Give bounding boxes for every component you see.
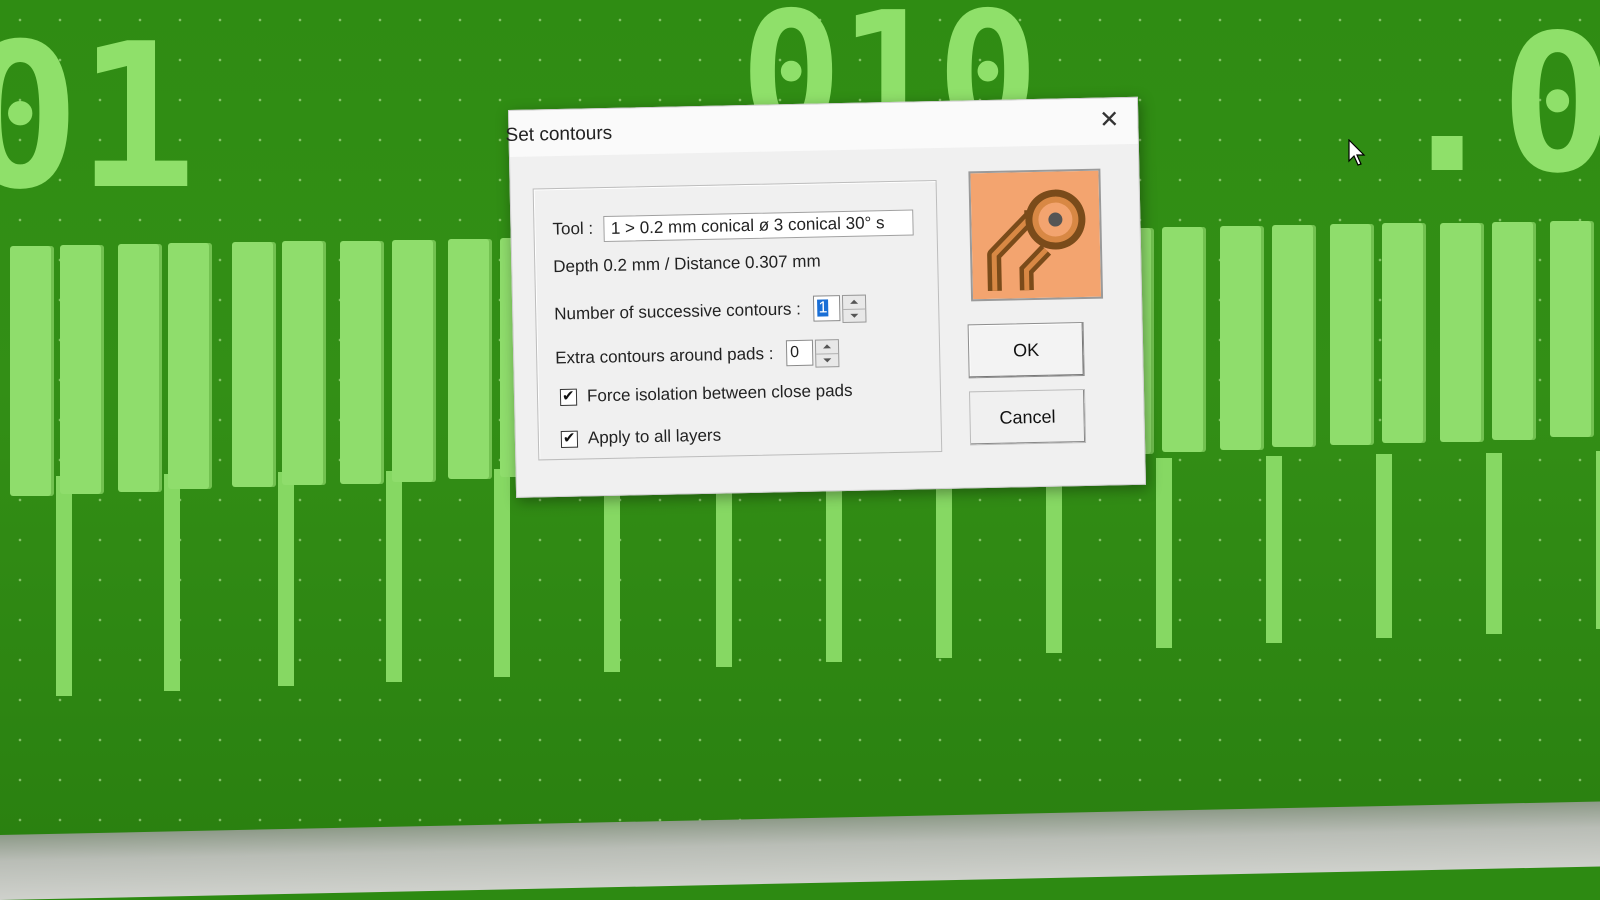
pcb-trace	[278, 472, 294, 686]
pcb-contour-icon	[968, 168, 1104, 302]
pcb-pad	[392, 240, 436, 482]
pcb-pad	[1550, 221, 1594, 437]
force-isolation-row[interactable]: Force isolation between close pads	[559, 380, 853, 407]
apply-all-layers-checkbox[interactable]	[560, 430, 579, 448]
pcb-trace	[494, 469, 510, 677]
cancel-button[interactable]: Cancel	[968, 388, 1087, 446]
pcb-pad	[1492, 222, 1536, 440]
contours-label: Number of successive contours :	[554, 299, 802, 324]
tool-row: Tool : 1 > 0.2 mm conical ø 3 conical 30…	[552, 209, 915, 244]
pcb-pad	[10, 246, 54, 496]
set-contours-dialog: Set contours ✕ Tool : 1 > 0.2 mm conical…	[505, 96, 1146, 498]
extra-contours-decrement-button[interactable]	[816, 354, 838, 367]
extra-contours-label: Extra contours around pads :	[555, 343, 774, 368]
contours-increment-button[interactable]	[843, 295, 866, 310]
pcb-trace	[1156, 458, 1172, 648]
pcb-trace	[1596, 451, 1600, 629]
pcb-pad	[1382, 223, 1426, 443]
pcb-label-right: .0	[1390, 0, 1600, 215]
contours-decrement-button[interactable]	[844, 309, 866, 322]
pcb-pad	[1272, 225, 1316, 447]
extra-contours-row: Extra contours around pads : 0	[555, 339, 840, 373]
extra-contours-stepper[interactable]: 0	[785, 339, 840, 368]
contours-input[interactable]: 1	[813, 295, 841, 322]
pcb-trace	[1266, 456, 1282, 643]
pcb-pad	[282, 241, 326, 485]
pcb-pad	[1330, 224, 1374, 445]
mouse-cursor-icon	[1348, 139, 1366, 166]
close-icon: ✕	[1098, 106, 1120, 134]
contour-settings-group: Tool : 1 > 0.2 mm conical ø 3 conical 30…	[532, 180, 943, 461]
pcb-pad	[118, 244, 162, 492]
pcb-trace	[1376, 454, 1392, 638]
contours-stepper[interactable]: 1	[813, 294, 867, 324]
ok-button[interactable]: OK	[967, 321, 1085, 379]
pcb-pad	[232, 242, 276, 487]
pcb-label-left: 01	[0, 1, 197, 234]
depth-distance-text: Depth 0.2 mm / Distance 0.307 mm	[553, 251, 821, 277]
apply-all-layers-label: Apply to all layers	[587, 425, 722, 448]
apply-all-layers-row[interactable]: Apply to all layers	[560, 425, 722, 449]
pcb-trace	[386, 471, 402, 682]
pcb-pad	[168, 243, 212, 489]
pcb-pad	[1162, 227, 1206, 452]
pcb-trace	[936, 462, 952, 658]
tool-label: Tool :	[552, 218, 594, 239]
pcb-pad	[1440, 223, 1484, 442]
pcb-pad	[448, 239, 492, 479]
pcb-pad	[60, 245, 104, 494]
pcb-pad	[340, 241, 384, 484]
pcb-trace	[56, 476, 72, 696]
pcb-trace	[1046, 460, 1062, 653]
pcb-pad	[1220, 226, 1264, 450]
extra-contours-increment-button[interactable]	[815, 340, 839, 355]
pcb-trace	[826, 463, 842, 662]
dialog-title: Set contours	[505, 122, 613, 147]
pcb-trace	[716, 465, 732, 667]
pcb-trace	[164, 474, 180, 691]
force-isolation-label: Force isolation between close pads	[586, 380, 853, 406]
contours-row: Number of successive contours : 1	[554, 294, 867, 330]
extra-contours-input[interactable]: 0	[785, 339, 814, 367]
force-isolation-checkbox[interactable]	[559, 388, 578, 406]
tool-field[interactable]: 1 > 0.2 mm conical ø 3 conical 30° s	[603, 209, 915, 243]
close-button[interactable]: ✕	[1091, 104, 1128, 137]
pcb-trace	[1486, 453, 1502, 634]
pcb-trace	[604, 467, 620, 672]
